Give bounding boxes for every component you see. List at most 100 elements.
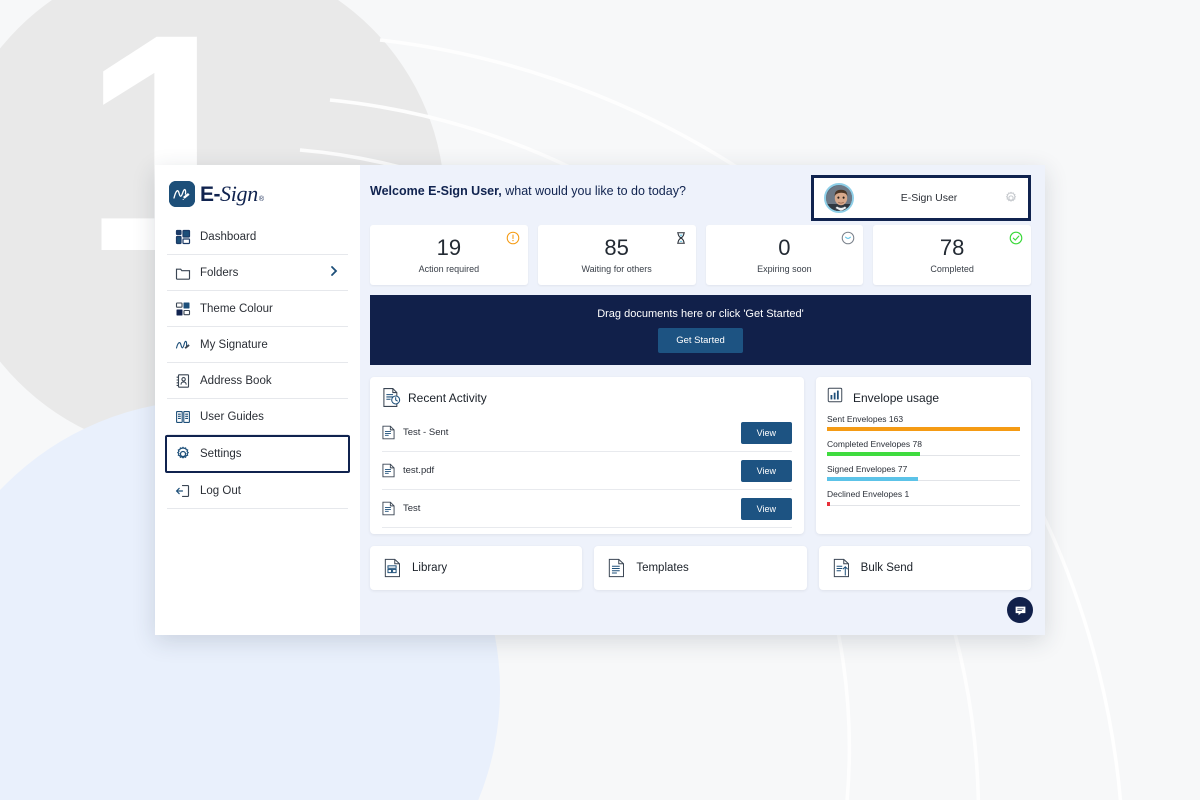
sidebar-item-label: Theme Colour [200,302,273,315]
activity-name: Test [403,503,421,514]
profile-name: E-Sign User [900,192,958,204]
sidebar-item-user-guides[interactable]: User Guides [167,399,348,435]
stat-label: Expiring soon [757,263,812,274]
sidebar-item-label: Log Out [200,484,241,497]
activity-row: test.pdf View [382,452,792,490]
stat-card-expiring-soon[interactable]: 0 Expiring soon [705,225,864,285]
stat-card-completed[interactable]: 78 Completed [873,225,1031,285]
bulk-send-icon [833,558,852,579]
logo-trademark: ® [258,196,265,203]
tile-label: Templates [636,562,689,574]
usage-bar-fill [827,477,918,481]
clock-icon [841,231,855,245]
bar-chart-icon [827,387,846,408]
stat-label: Action required [418,263,480,274]
stat-value: 0 [778,234,791,260]
welcome-rest: what would you like to do today? [501,184,686,198]
stat-value: 19 [436,234,462,260]
document-icon [382,463,395,478]
envelope-usage-panel: Envelope usage Sent Envelopes 163 Comple… [816,377,1031,534]
usage-bar-fill [827,427,1020,431]
document-icon [382,425,395,440]
profile-box[interactable]: E-Sign User [811,175,1031,221]
document-icon [382,501,395,516]
activity-name: test.pdf [403,465,435,476]
sidebar-item-label: Folders [200,266,239,279]
logo-mark-icon [169,181,195,207]
hourglass-icon [674,231,688,245]
usage-bar-fill [827,452,920,456]
dashboard-icon [175,229,191,245]
usage-row-sent: Sent Envelopes 163 [827,414,1020,431]
sidebar-item-dashboard[interactable]: Dashboard [167,219,348,255]
stat-card-waiting-for-others[interactable]: 85 Waiting for others [537,225,696,285]
tile-bulk-send[interactable]: Bulk Send [818,546,1031,590]
welcome-message: Welcome E-Sign User, what would you like… [370,175,811,198]
bottom-tiles: Library Templates Bulk Send [370,546,1031,590]
view-button[interactable]: View [740,421,792,444]
logout-icon [175,483,191,499]
stat-card-action-required[interactable]: 19 Action required [370,225,528,285]
recent-activity-icon [382,387,401,408]
sidebar-item-label: Address Book [200,374,272,387]
usage-label: Sent Envelopes 163 [827,414,904,424]
templates-icon [608,558,627,579]
user-guides-icon [175,409,191,425]
drop-zone-banner[interactable]: Drag documents here or click 'Get Starte… [370,295,1031,365]
envelope-usage-header: Envelope usage [827,387,1020,408]
usage-label: Signed Envelopes 77 [827,464,908,474]
sidebar-item-my-signature[interactable]: My Signature [167,327,348,363]
library-icon [384,558,403,579]
tile-templates[interactable]: Templates [594,546,807,590]
activity-name: Test - Sent [403,427,449,438]
app-logo[interactable]: E- Sign ® [155,165,360,219]
view-button[interactable]: View [740,459,792,482]
tile-label: Bulk Send [860,562,914,574]
activity-row: Test - Sent View [382,414,792,452]
chat-bubble-icon [1015,606,1025,615]
welcome-bold: Welcome E-Sign User, [370,184,502,198]
gear-icon[interactable] [1004,191,1018,205]
top-bar: Welcome E-Sign User, what would you like… [370,175,1031,221]
recent-activity-header: Recent Activity [382,387,792,408]
avatar [824,183,854,213]
tile-label: Library [412,562,448,574]
app-window: E- Sign ® Dashboard Folders Theme Colour… [155,165,1045,635]
mid-row: Recent Activity Test - Sent View test.pd… [370,377,1031,534]
chat-bubble-button[interactable] [1007,597,1033,623]
sidebar-item-theme-colour[interactable]: Theme Colour [167,291,348,327]
tile-library[interactable]: Library [370,546,583,590]
logo-text-sign: Sign [220,181,258,206]
recent-activity-title: Recent Activity [408,390,487,405]
usage-track [827,502,1020,506]
usage-row-signed: Signed Envelopes 77 [827,464,1020,481]
sidebar-item-label: Settings [200,448,242,460]
alert-circle-icon [506,231,520,245]
address-book-icon [175,373,191,389]
stat-label: Completed [930,263,974,274]
sidebar-item-settings[interactable]: Settings [165,435,350,473]
usage-track [827,477,1020,481]
sidebar-item-log-out[interactable]: Log Out [167,473,348,509]
usage-track [827,452,1020,456]
sidebar-item-address-book[interactable]: Address Book [167,363,348,399]
gear-icon [175,446,191,462]
main-content: Welcome E-Sign User, what would you like… [360,165,1045,635]
view-button[interactable]: View [740,497,792,520]
sidebar-item-label: Dashboard [200,230,257,243]
stat-value: 85 [604,234,629,260]
stat-label: Waiting for others [581,263,652,274]
sidebar-item-folders[interactable]: Folders [167,255,348,291]
get-started-button[interactable]: Get Started [658,327,743,353]
usage-label: Completed Envelopes 78 [827,439,922,449]
drop-zone-text: Drag documents here or click 'Get Starte… [597,307,804,320]
sidebar: E- Sign ® Dashboard Folders Theme Colour… [155,165,360,635]
check-circle-icon [1009,231,1023,245]
activity-row: Test View [382,490,792,528]
usage-track [827,427,1020,431]
chevron-right-icon[interactable] [328,265,340,280]
envelope-usage-title: Envelope usage [853,390,940,405]
stat-value: 78 [939,234,965,260]
usage-row-completed: Completed Envelopes 78 [827,439,1020,456]
signature-icon [175,337,191,353]
